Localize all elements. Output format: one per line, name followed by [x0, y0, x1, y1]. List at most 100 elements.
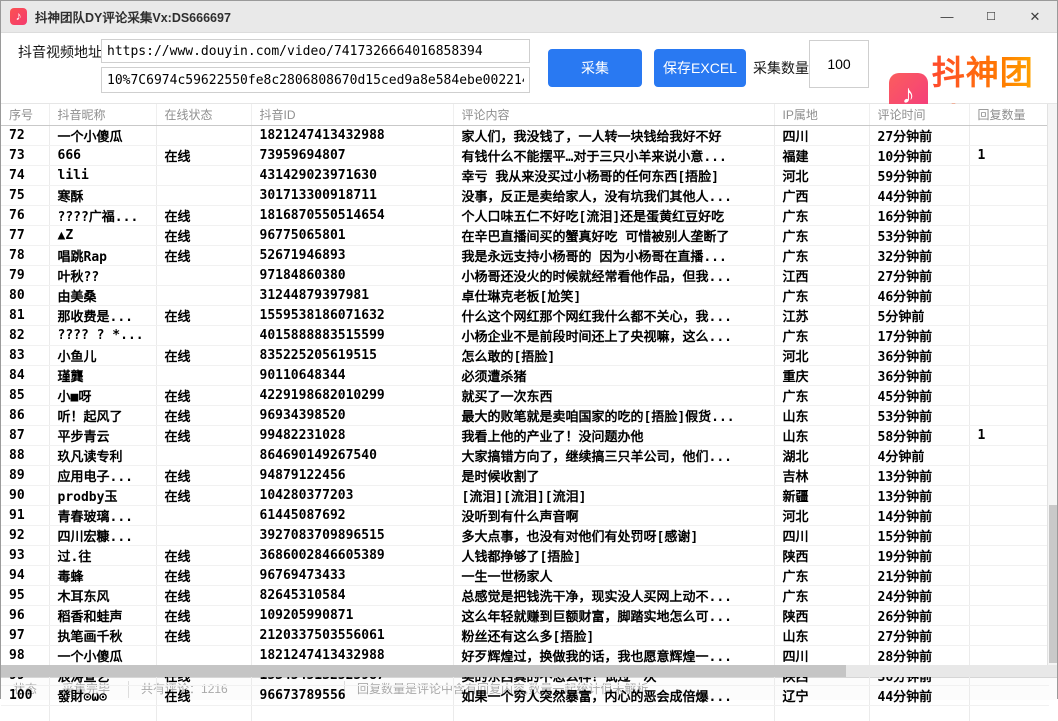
- column-header-status[interactable]: 在线状态: [156, 104, 251, 125]
- table-row[interactable]: 80由美桑31244879397981卓仕琳克老板[尬笑]广东46分钟前: [1, 285, 1049, 305]
- table-row[interactable]: 79叶秋??97184860380小杨哥还没火的时候就经常看他作品，但我...江…: [1, 265, 1049, 285]
- table-row[interactable]: 98一个小傻瓜1821247413432988好歹辉煌过，换做我的话，我也愿意辉…: [1, 645, 1049, 665]
- column-header-id[interactable]: 抖音ID: [251, 104, 453, 125]
- empty-cell: [156, 705, 251, 721]
- cell-comment: 没听到有什么声音啊: [453, 505, 774, 525]
- cell-replies: [969, 385, 1049, 405]
- cell-time: 59分钟前: [869, 165, 969, 185]
- table-row[interactable]: 84瑾龔90110648344必须遭杀猪重庆36分钟前: [1, 365, 1049, 385]
- table-row[interactable]: 89应用电子...在线94879122456是时候收割了吉林13分钟前: [1, 465, 1049, 485]
- cookie-input[interactable]: [101, 67, 530, 93]
- table-row[interactable]: 95木耳东风在线82645310584总感觉是把钱洗干净，现实没人买网上动不..…: [1, 585, 1049, 605]
- cell-replies: [969, 285, 1049, 305]
- cell-id: 96673789556: [251, 685, 453, 705]
- cell-id: 97184860380: [251, 265, 453, 285]
- table-row[interactable]: 72一个小傻瓜1821247413432988家人们，我没钱了，一人转一块钱给我…: [1, 125, 1049, 145]
- table-row[interactable]: 96稻香和蛙声在线109205990871这么年轻就赚到巨额财富，脚踏实地怎么可…: [1, 605, 1049, 625]
- collect-count-input[interactable]: [809, 40, 869, 88]
- minimize-button minimize-icon[interactable]: —: [925, 1, 969, 33]
- cell-nickname: 寒酥: [49, 185, 156, 205]
- column-header-ip[interactable]: IP属地: [774, 104, 869, 125]
- table-row[interactable]: 100發財⊙ω⊙在线96673789556如果一个穷人突然暴富，内心的恶会成倍爆…: [1, 685, 1049, 705]
- window-title: 抖神团队DY评论采集Vx:DS666697: [35, 7, 231, 26]
- cell-ip: 山东: [774, 425, 869, 445]
- table-row[interactable]: 77▲Z在线96775065801在辛巴直播间买的蟹真好吃 可惜被别人垄断了广东…: [1, 225, 1049, 245]
- cell-ip: 河北: [774, 345, 869, 365]
- cell-index: 94: [1, 565, 49, 585]
- cell-replies: [969, 245, 1049, 265]
- cell-time: 28分钟前: [869, 645, 969, 665]
- cell-nickname: 瑾龔: [49, 365, 156, 385]
- cell-replies: 1: [969, 145, 1049, 165]
- cell-id: 109205990871: [251, 605, 453, 625]
- table-row[interactable]: 88玖凡读专利864690149267540大家搞错方向了，继续搞三只羊公司，他…: [1, 445, 1049, 465]
- cell-ip: 河北: [774, 505, 869, 525]
- video-url-input[interactable]: [101, 39, 530, 63]
- collect-button[interactable]: 采集: [548, 49, 642, 87]
- cell-status: 在线: [156, 145, 251, 165]
- table-row[interactable]: 92四川宏糠...3927083709896515多大点事，也没有对他们有处罚呀…: [1, 525, 1049, 545]
- table-row[interactable]: 73666在线73959694807有钱什么不能摆平…对于三只小羊来说小意...…: [1, 145, 1049, 165]
- cell-ip: 四川: [774, 525, 869, 545]
- table-row[interactable]: 82???? ? *...4015888883515599小杨企业不是前段时间还…: [1, 325, 1049, 345]
- maximize-button maximize-icon[interactable]: ☐: [969, 1, 1013, 33]
- empty-cell: [453, 705, 774, 721]
- cell-nickname: 由美桑: [49, 285, 156, 305]
- column-header-nickname[interactable]: 抖音昵称: [49, 104, 156, 125]
- cell-index: 93: [1, 545, 49, 565]
- column-header-comment[interactable]: 评论内容: [453, 104, 774, 125]
- table-row[interactable]: 81那收费是...在线1559538186071632什么这个网红那个网红我什么…: [1, 305, 1049, 325]
- cell-index: 89: [1, 465, 49, 485]
- empty-cell: [869, 705, 969, 721]
- cell-id: 4229198682010299: [251, 385, 453, 405]
- video-url-label: 抖音视频地址: [18, 40, 102, 64]
- table-row[interactable]: 97执笔画千秋在线2120337503556061粉丝还有这么多[捂脸]山东27…: [1, 625, 1049, 645]
- cell-ip: 新疆: [774, 485, 869, 505]
- table-row[interactable]: 87平步青云在线99482231028我看上他的产业了！没问题办他山东58分钟前…: [1, 425, 1049, 445]
- cell-index: 82: [1, 325, 49, 345]
- table-row[interactable]: 86听！起风了在线96934398520最大的败笔就是卖咱国家的吃的[捂脸]假货…: [1, 405, 1049, 425]
- column-header-index[interactable]: 序号: [1, 104, 49, 125]
- table-row[interactable]: 94毒蜂在线96769473433一生一世杨家人广东21分钟前: [1, 565, 1049, 585]
- cell-ip: 山东: [774, 405, 869, 425]
- table-row[interactable]: 90prodby玉在线104280377203[流泪][流泪][流泪]新疆13分…: [1, 485, 1049, 505]
- horizontal-scrollbar-thumb[interactable]: [1, 665, 846, 677]
- horizontal-scrollbar[interactable]: [1, 665, 1057, 677]
- cell-ip: 江西: [774, 265, 869, 285]
- cell-nickname: 666: [49, 145, 156, 165]
- table-row[interactable]: 75寒酥301713300918711没事，反正是卖给家人，没有坑我们其他人..…: [1, 185, 1049, 205]
- cell-time: 53分钟前: [869, 405, 969, 425]
- cell-time: 13分钟前: [869, 485, 969, 505]
- cell-comment: 在辛巴直播间买的蟹真好吃 可惜被别人垄断了: [453, 225, 774, 245]
- vertical-scrollbar-thumb[interactable]: [1049, 505, 1057, 663]
- cell-comment: 如果一个穷人突然暴富，内心的恶会成倍爆...: [453, 685, 774, 705]
- cell-index: 97: [1, 625, 49, 645]
- cell-status: 在线: [156, 545, 251, 565]
- cell-ip: 重庆: [774, 365, 869, 385]
- table-row[interactable]: 74lili431429023971630幸亏 我从来没买过小杨哥的任何东西[捂…: [1, 165, 1049, 185]
- empty-cell: [969, 705, 1049, 721]
- table-row[interactable]: 91青春玻璃...61445087692没听到有什么声音啊河北14分钟前: [1, 505, 1049, 525]
- column-header-time[interactable]: 评论时间: [869, 104, 969, 125]
- cell-comment: 幸亏 我从来没买过小杨哥的任何东西[捂脸]: [453, 165, 774, 185]
- cell-ip: 陕西: [774, 545, 869, 565]
- cell-nickname: 小鱼儿: [49, 345, 156, 365]
- cell-comment: 多大点事，也没有对他们有处罚呀[感谢]: [453, 525, 774, 545]
- table-row[interactable]: 83小鱼儿在线835225205619515怎么敢的[捂脸]河北36分钟前: [1, 345, 1049, 365]
- cell-nickname: 稻香和蛙声: [49, 605, 156, 625]
- cell-ip: 广西: [774, 185, 869, 205]
- column-header-replies[interactable]: 回复数量: [969, 104, 1049, 125]
- comment-table-zone: 序号抖音昵称在线状态抖音ID评论内容IP属地评论时间回复数量 72一个小傻瓜18…: [1, 104, 1057, 665]
- table-row[interactable]: 93过.往在线3686002846605389人钱都挣够了[捂脸]陕西19分钟前: [1, 545, 1049, 565]
- table-row[interactable]: 76????广福...在线1816870550514654个人口味五仁不好吃[流…: [1, 205, 1049, 225]
- close-button close-icon[interactable]: ✕: [1013, 1, 1057, 33]
- cell-time: 36分钟前: [869, 345, 969, 365]
- table-row[interactable]: 78唱跳Rap在线52671946893我是永远支持小杨哥的 因为小杨哥在直播.…: [1, 245, 1049, 265]
- cell-replies: [969, 525, 1049, 545]
- vertical-scrollbar[interactable]: [1047, 104, 1057, 665]
- cell-index: 72: [1, 125, 49, 145]
- save-excel-button[interactable]: 保存EXCEL: [654, 49, 746, 87]
- cell-status: 在线: [156, 305, 251, 325]
- cell-replies: [969, 305, 1049, 325]
- table-row[interactable]: 85小■呀在线4229198682010299就买了一次东西广东45分钟前: [1, 385, 1049, 405]
